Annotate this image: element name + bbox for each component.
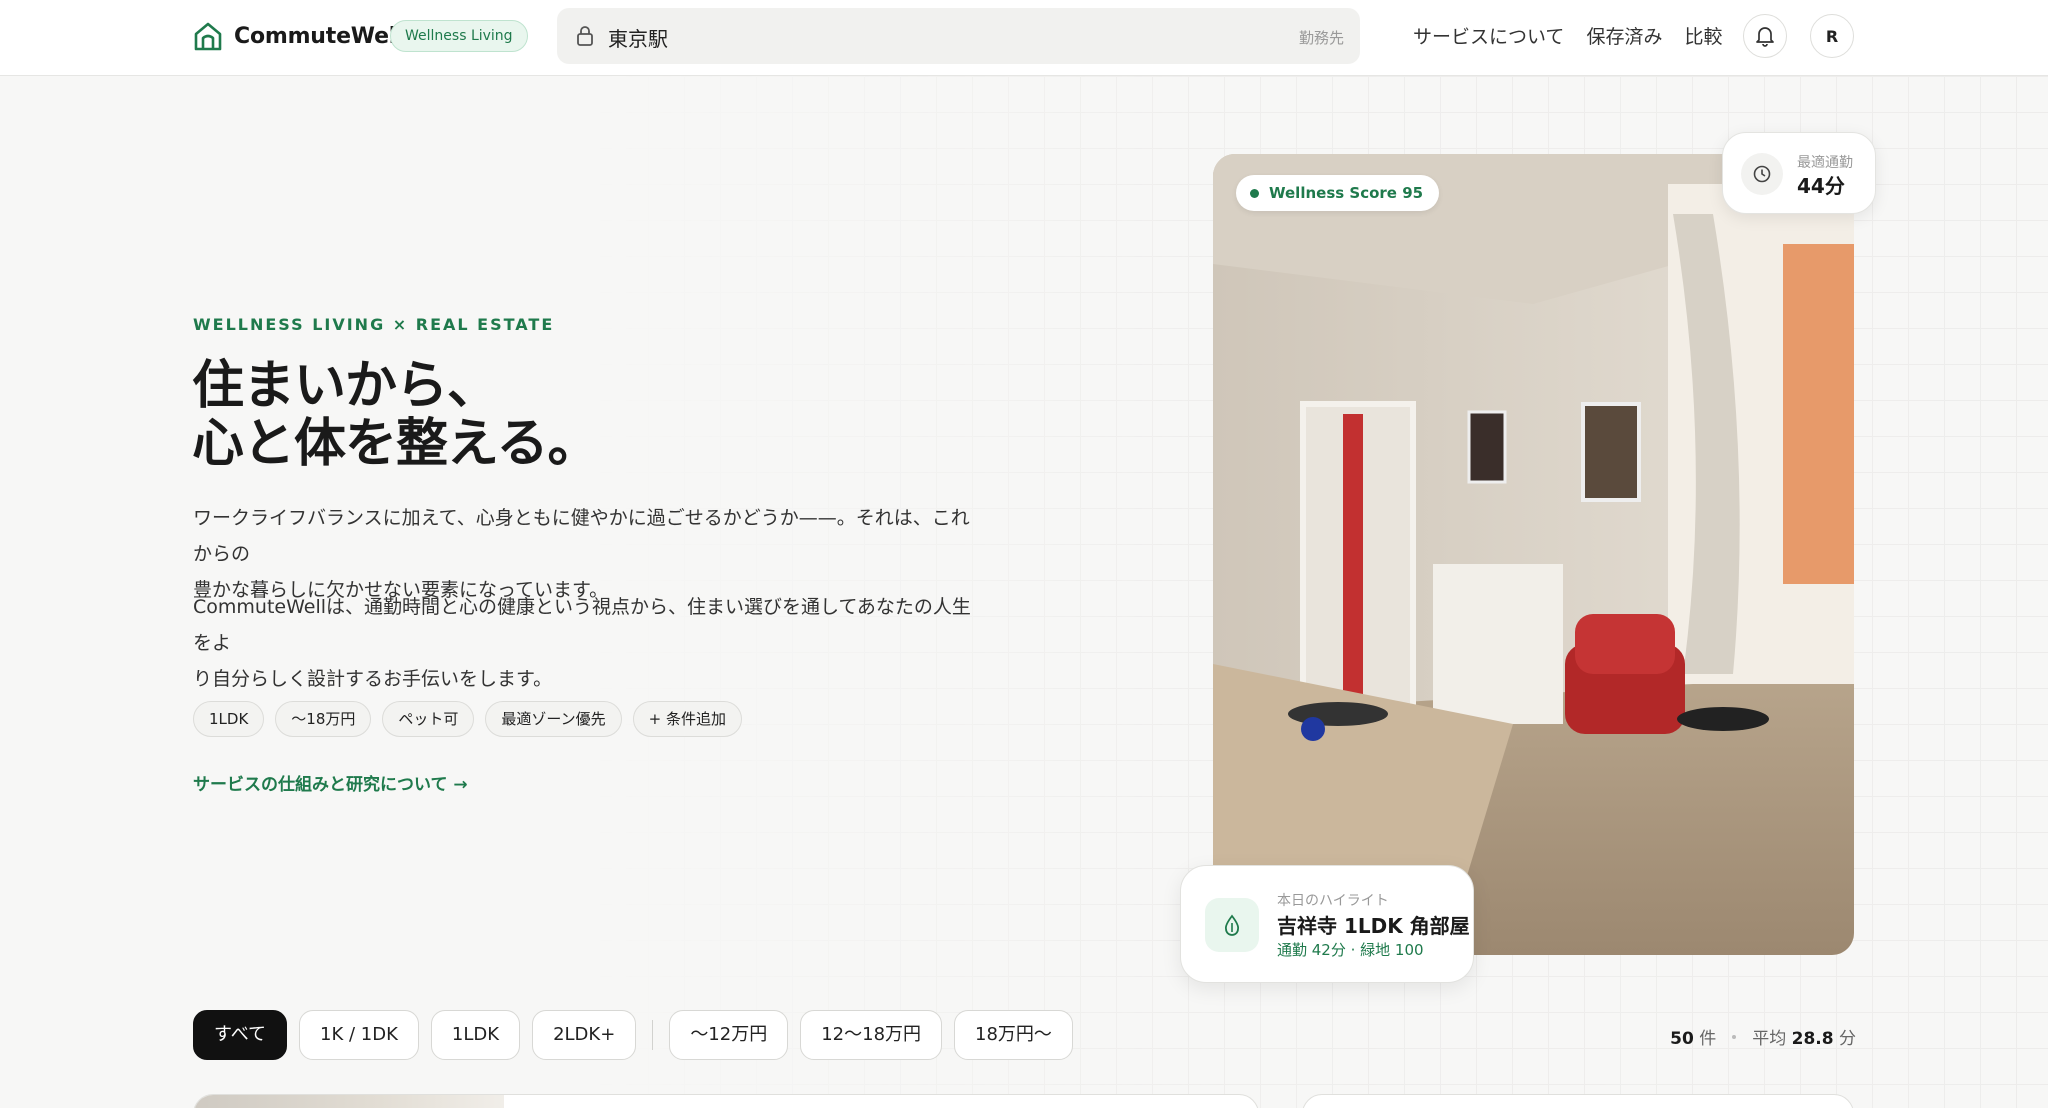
listing-image xyxy=(194,1095,504,1108)
top-header: CommuteWell Wellness Living 東京駅 勤務先 サービス… xyxy=(0,0,2048,76)
avatar[interactable]: R xyxy=(1810,14,1854,58)
chip-price[interactable]: 〜18万円 xyxy=(275,701,372,737)
filter-all[interactable]: すべて xyxy=(193,1010,288,1060)
search-value: 東京駅 xyxy=(608,27,668,51)
para2-line-2: り自分らしく設計するお手伝いをします。 xyxy=(193,668,553,690)
highlight-card[interactable]: 本日のハイライト 吉祥寺 1LDK 角部屋 通勤 42分 · 緑地 100 xyxy=(1180,865,1474,983)
hero-headline: 住まいから、 心と体を整える。 xyxy=(192,356,599,474)
count-unit: 件 xyxy=(1699,1029,1717,1049)
avg-value: 28.8 xyxy=(1791,1029,1834,1049)
result-stats: 50 件 平均 28.8 分 xyxy=(1670,1024,1856,1049)
filter-price-high[interactable]: 18万円〜 xyxy=(954,1010,1073,1060)
para1-line-1: ワークライフバランスに加えて、心身ともに健やかに過ごせるかどうか——。それは、こ… xyxy=(193,507,970,565)
highlight-subtitle: 通勤 42分 · 緑地 100 xyxy=(1277,941,1424,959)
chip-pet[interactable]: ペット可 xyxy=(382,701,475,737)
filter-price-low[interactable]: 〜12万円 xyxy=(669,1010,789,1060)
wellness-score-badge: Wellness Score 95 xyxy=(1236,175,1440,211)
filter-bar: すべて 1K / 1DK 1LDK 2LDK+ 〜12万円 12〜18万円 18… xyxy=(193,1010,1073,1060)
logo-text: CommuteWell xyxy=(234,23,404,49)
filter-2ldk-plus[interactable]: 2LDK+ xyxy=(532,1010,637,1060)
wellness-badge: Wellness Living xyxy=(390,20,528,52)
lock-icon xyxy=(577,26,593,46)
listing-card[interactable] xyxy=(1302,1094,1854,1108)
avg-label: 平均 xyxy=(1752,1029,1787,1049)
logo[interactable]: CommuteWell xyxy=(192,20,404,52)
hero-paragraph-2: CommuteWellは、通勤時間と心の健康という視点から、住まい選びを通してあ… xyxy=(193,589,983,697)
commute-card: 最適通勤 44分 xyxy=(1722,132,1876,214)
bell-icon xyxy=(1756,27,1774,47)
chip-optimal-zone[interactable]: 最適ゾーン優先 xyxy=(485,701,622,737)
commute-label: 最適通勤 xyxy=(1797,155,1853,171)
count-value: 50 xyxy=(1670,1029,1694,1049)
score-dot xyxy=(1250,188,1259,198)
headline-line-1: 住まいから、 xyxy=(192,356,499,416)
featured-room-photo[interactable] xyxy=(1213,154,1854,955)
average-commute: 平均 28.8 分 xyxy=(1752,1024,1856,1049)
chip-1ldk[interactable]: 1LDK xyxy=(193,701,265,737)
search-input[interactable]: 東京駅 勤務先 xyxy=(557,8,1360,64)
chip-add-condition[interactable]: + 条件追加 xyxy=(632,701,743,737)
main-nav: サービスについて 保存済み 比較 xyxy=(1413,22,1722,49)
house-icon xyxy=(194,22,222,51)
condition-chips: 1LDK 〜18万円 ペット可 最適ゾーン優先 + 条件追加 xyxy=(193,701,743,737)
para2-line-1: CommuteWellは、通勤時間と心の健康という視点から、住まい選びを通してあ… xyxy=(193,596,971,654)
highlight-label: 本日のハイライト xyxy=(1277,893,1389,909)
nav-about[interactable]: サービスについて xyxy=(1413,22,1564,49)
highlight-title: 吉祥寺 1LDK 角部屋 xyxy=(1277,914,1470,938)
filter-1ldk[interactable]: 1LDK xyxy=(430,1010,521,1060)
filter-divider xyxy=(652,1020,654,1050)
stats-separator xyxy=(1732,1034,1737,1039)
hero-eyebrow: WELLNESS LIVING × REAL ESTATE xyxy=(193,315,555,334)
headline-line-2: 心と体を整える。 xyxy=(192,414,599,474)
avg-unit: 分 xyxy=(1839,1029,1856,1049)
room-illustration xyxy=(1213,154,1854,955)
nav-compare[interactable]: 比較 xyxy=(1684,22,1722,49)
search-hint: 勤務先 xyxy=(1298,29,1344,47)
listing-card[interactable] xyxy=(193,1094,1259,1108)
nav-saved[interactable]: 保存済み xyxy=(1586,22,1662,49)
score-label: Wellness Score 95 xyxy=(1269,184,1424,202)
filter-price-mid[interactable]: 12〜18万円 xyxy=(800,1010,943,1060)
learn-more-link[interactable]: サービスの仕組みと研究について → xyxy=(193,770,468,795)
clock-icon xyxy=(1741,153,1783,195)
commute-value: 44分 xyxy=(1797,174,1845,198)
notification-button[interactable] xyxy=(1743,14,1787,58)
filter-1k-1dk[interactable]: 1K / 1DK xyxy=(299,1010,419,1060)
result-count: 50 件 xyxy=(1670,1024,1716,1049)
leaf-drop-icon xyxy=(1205,898,1259,952)
